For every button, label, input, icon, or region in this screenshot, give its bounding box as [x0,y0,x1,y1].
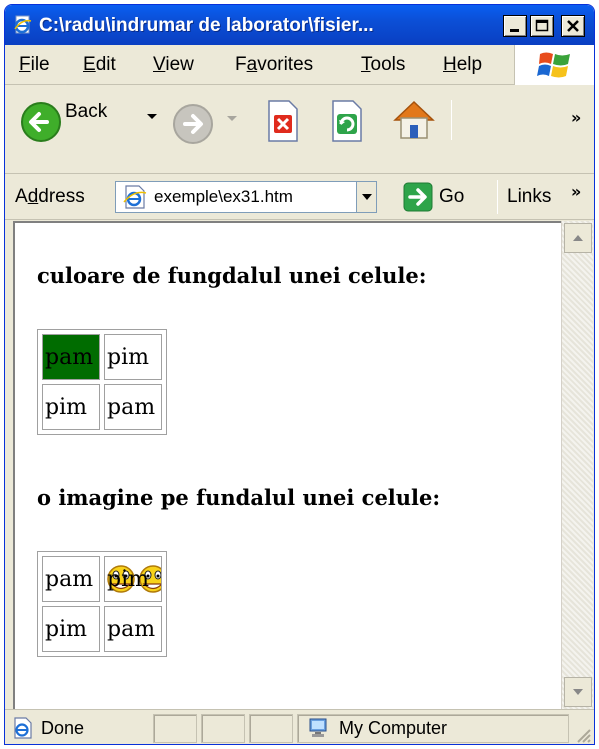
links-separator [497,180,498,214]
menu-favorites-rest: vorites [257,54,314,75]
menu-favorites[interactable]: Favorites [235,45,313,85]
links-button[interactable]: Links [507,174,551,220]
address-bar: Address exemple\ex31.htm Go Links » [5,174,594,220]
standard-toolbar: Back » [5,86,594,174]
chevron-down-icon [361,194,372,200]
back-arrow-icon [21,102,61,142]
table-background-image: pam pim pim pam [37,551,167,657]
forward-dropdown-arrow[interactable] [227,116,237,121]
table-row: pim pam [42,606,162,652]
menu-edit-rest: dit [95,54,116,75]
close-button[interactable] [561,15,585,37]
address-value: exemple\ex31.htm [154,187,293,206]
table-cell: pam [104,606,162,652]
title-bar[interactable]: C:\radu\indrumar de laborator\fisier... [5,5,594,45]
menu-file-rest: ile [30,54,50,75]
menu-view-rest: iew [165,54,194,75]
back-label: Back [65,101,108,122]
windows-logo [514,45,594,85]
maximize-icon [535,19,549,32]
vertical-scrollbar[interactable] [561,221,593,709]
address-label-pre: A [15,186,28,207]
heading-background-color: culoare de fungdalul unei celule: [37,263,427,288]
zone-text: My Computer [339,718,448,738]
table-row: pam pim [42,556,162,602]
home-icon[interactable] [389,96,439,144]
table-cell: pam [42,556,100,602]
page-icon [123,185,147,209]
address-input[interactable]: exemple\ex31.htm [115,181,377,213]
menu-file-accel: F [19,54,31,75]
chevron-up-icon [573,235,583,241]
status-pane [153,714,197,743]
menu-help-rest: elp [456,54,483,75]
table-cell-text: pim [107,566,149,592]
table-row: pim pam [42,384,162,430]
address-label-rest: dress [38,186,85,207]
menu-bar: File Edit View Favorites Tools Help [5,45,594,85]
address-label-accel: d [27,186,39,207]
page-content: culoare de fungdalul unei celule: pam pi… [13,221,561,709]
menu-tools-rest: ools [370,54,406,75]
stop-icon[interactable] [263,98,303,144]
minimize-button[interactable] [503,15,527,37]
menu-edit-accel: E [83,54,96,75]
table-cell: pim [42,384,100,430]
status-text: Done [41,718,85,738]
table-background-color: pam pim pim pam [37,329,167,435]
maximize-button[interactable] [530,15,554,37]
menu-tools[interactable]: Tools [361,45,405,85]
heading-background-image: o imagine pe fundalul unei celule: [37,485,441,510]
go-arrow-icon[interactable] [403,182,433,212]
menu-edit[interactable]: Edit [83,45,116,85]
menu-favorites-pre: F [235,54,247,75]
status-pane [249,714,293,743]
back-dropdown-arrow[interactable] [147,114,157,119]
toolbar-chevron[interactable]: » [571,108,581,127]
menu-help-accel: H [443,54,457,75]
page-done-icon [14,717,32,739]
go-button[interactable]: Go [439,174,464,220]
ie-page-icon [14,15,32,34]
toolbar-separator [451,100,452,140]
chevron-down-icon [573,689,583,695]
minimize-icon [510,29,519,32]
scroll-down-button[interactable] [564,677,592,707]
status-bar: Done My Computer [5,709,594,744]
table-cell: pim [42,606,100,652]
menu-view-accel: V [153,54,166,75]
forward-arrow-icon[interactable] [171,102,215,146]
table-row: pam pim [42,334,162,380]
menu-file[interactable]: File [19,45,50,85]
my-computer-icon [309,718,327,737]
resize-grip-icon[interactable] [574,726,592,744]
table-cell-image: pim [104,556,162,602]
window-title: C:\radu\indrumar de laborator\fisier... [39,15,374,36]
address-label: Address [15,174,85,220]
status-pane [201,714,245,743]
refresh-icon[interactable] [327,98,367,144]
table-cell-green: pam [42,334,100,380]
scroll-up-button[interactable] [564,223,592,253]
windows-flag-icon [536,52,570,78]
address-dropdown-button[interactable] [356,182,376,212]
menu-favorites-accel: a [246,54,258,75]
menu-help[interactable]: Help [443,45,482,85]
menu-view[interactable]: View [153,45,194,85]
browser-window: C:\radu\indrumar de laborator\fisier... … [4,4,595,745]
menu-tools-accel: T [361,54,371,75]
links-chevron[interactable]: » [571,182,581,201]
table-cell: pam [104,384,162,430]
table-cell: pim [104,334,162,380]
close-icon [567,20,579,32]
